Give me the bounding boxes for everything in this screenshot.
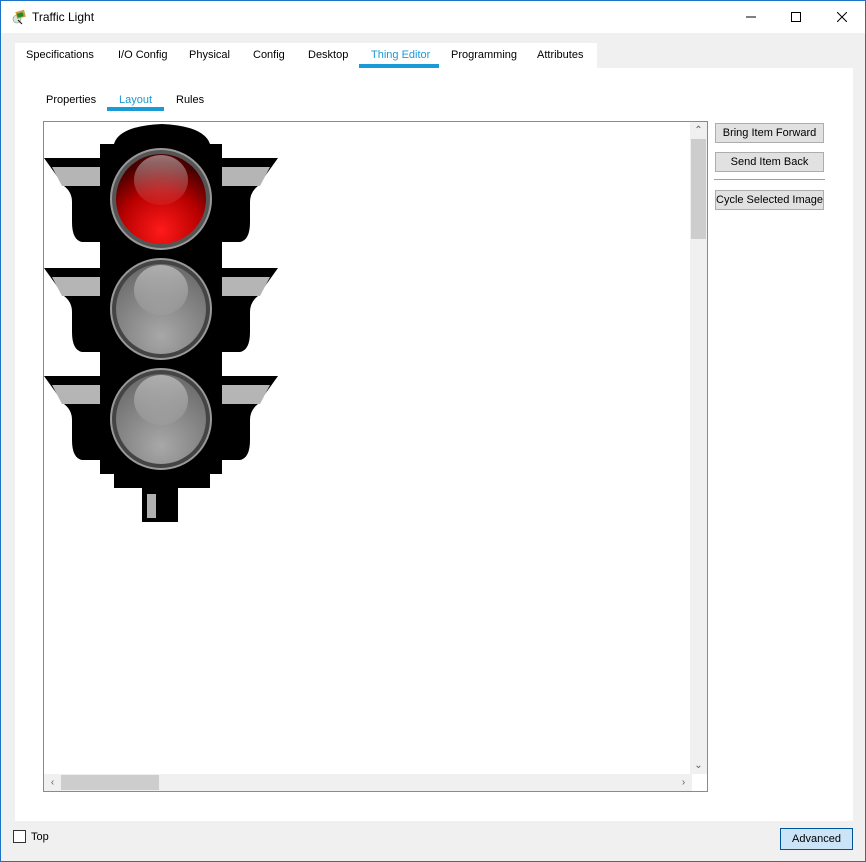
vertical-scrollbar[interactable]: ⌃ ⌄ [690,122,707,774]
main-tabs: Specifications I/O Config Physical Confi… [15,43,597,69]
tab-thing-editor[interactable]: Thing Editor [371,49,430,61]
bring-item-forward-button[interactable]: Bring Item Forward [715,123,824,143]
top-checkbox-label: Top [31,831,49,843]
active-subtab-indicator [107,107,164,111]
tab-io-config[interactable]: I/O Config [118,49,168,61]
app-icon [12,9,26,25]
traffic-light-image[interactable] [44,122,284,526]
app-window: Traffic Light Specifications I/O Config … [0,0,866,862]
scroll-left-icon[interactable]: ‹ [44,774,61,791]
layout-canvas[interactable]: ⌃ ⌄ ‹ › [43,121,708,792]
title-bar: Traffic Light [1,1,865,33]
subtab-layout[interactable]: Layout [119,94,152,106]
cycle-selected-image-button[interactable]: Cycle Selected Image [715,190,824,210]
minimize-button[interactable] [728,1,774,33]
close-icon [837,12,847,22]
tab-desktop[interactable]: Desktop [308,49,348,61]
tab-programming[interactable]: Programming [451,49,517,61]
scroll-down-icon[interactable]: ⌄ [690,757,707,774]
send-item-back-button[interactable]: Send Item Back [715,152,824,172]
tab-physical[interactable]: Physical [189,49,230,61]
scroll-up-icon[interactable]: ⌃ [690,122,707,139]
tab-config[interactable]: Config [253,49,285,61]
red-light [110,148,212,250]
horizontal-scroll-thumb[interactable] [61,775,159,790]
subtab-rules[interactable]: Rules [176,94,204,106]
tab-attributes[interactable]: Attributes [537,49,583,61]
tab-specifications[interactable]: Specifications [26,49,94,61]
close-button[interactable] [819,1,865,33]
maximize-icon [791,12,801,22]
advanced-button[interactable]: Advanced [780,828,853,850]
subtab-properties[interactable]: Properties [46,94,96,106]
vertical-scroll-thumb[interactable] [691,139,706,239]
green-light [110,368,212,470]
window-title: Traffic Light [32,10,95,24]
scroll-right-icon[interactable]: › [675,774,692,791]
maximize-button[interactable] [773,1,819,33]
yellow-light [110,258,212,360]
minimize-icon [746,16,756,18]
horizontal-scrollbar[interactable]: ‹ › [44,774,692,791]
top-checkbox[interactable] [13,830,26,843]
thing-editor-panel: Properties Layout Rules ⌃ ⌄ ‹ › Bring It… [15,68,853,821]
button-separator [714,179,825,180]
